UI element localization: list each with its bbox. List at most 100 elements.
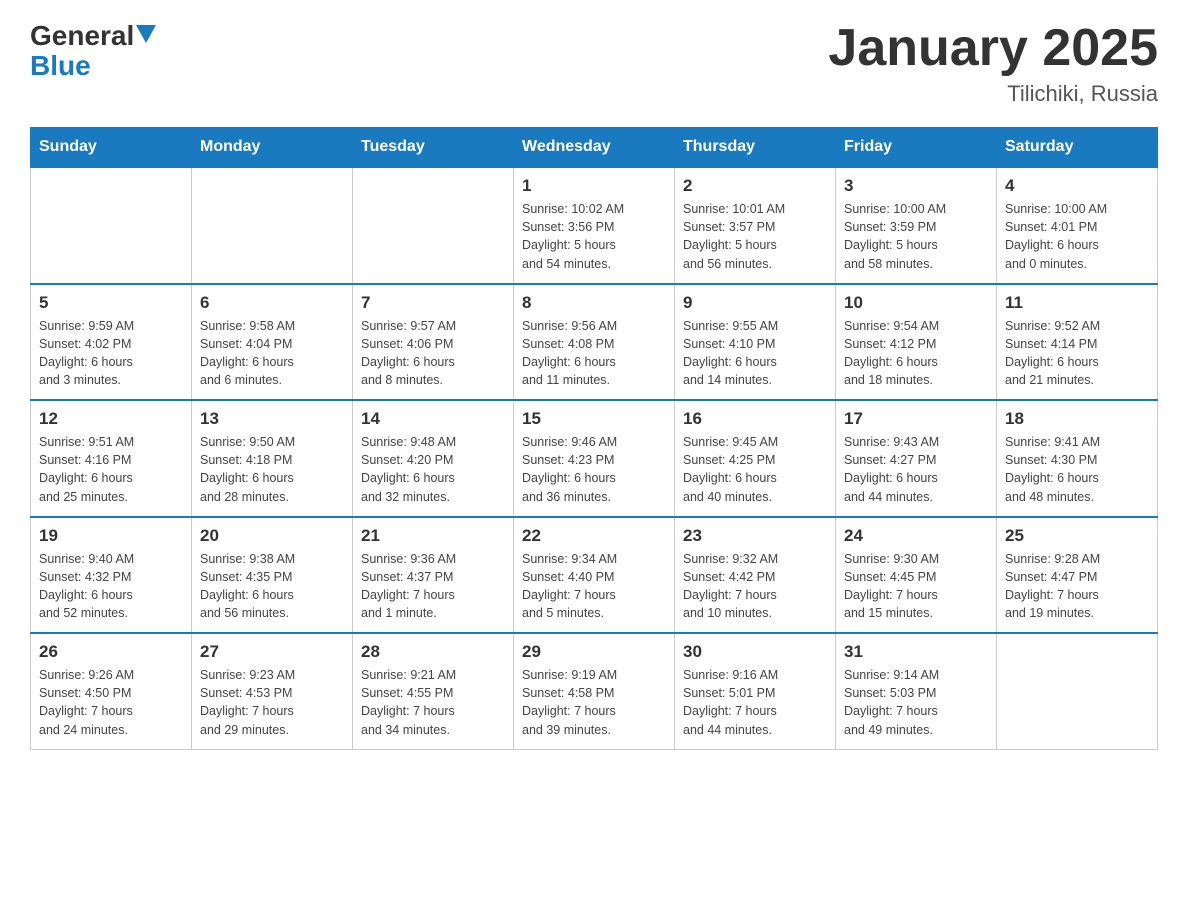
calendar-cell: 15Sunrise: 9:46 AM Sunset: 4:23 PM Dayli… [514,400,675,517]
calendar-cell: 8 Sunrise: 9:56 AM Sunset: 4:08 PM Daylig… [514,284,675,401]
day-number: 24 [844,526,988,546]
calendar-cell: 25Sunrise: 9:28 AM Sunset: 4:47 PM Dayli… [997,517,1158,634]
day-info: Sunrise: 10:01 AM Sunset: 3:57 PM Daylig… [683,200,827,273]
calendar-cell: 2 Sunrise: 10:01 AM Sunset: 3:57 PM Dayli… [675,167,836,284]
day-info: Sunrise: 9:57 AM Sunset: 4:06 PM Dayligh… [361,317,505,390]
day-info: Sunrise: 9:45 AM Sunset: 4:25 PM Dayligh… [683,433,827,506]
calendar-cell: 17Sunrise: 9:43 AM Sunset: 4:27 PM Dayli… [836,400,997,517]
calendar-cell: 7 Sunrise: 9:57 AM Sunset: 4:06 PM Daylig… [353,284,514,401]
day-number: 6 [200,293,344,313]
day-number: 9 [683,293,827,313]
title-block: January 2025 Tilichiki, Russia [828,20,1158,107]
day-info: Sunrise: 9:56 AM Sunset: 4:08 PM Dayligh… [522,317,666,390]
calendar-cell: 21Sunrise: 9:36 AM Sunset: 4:37 PM Dayli… [353,517,514,634]
day-number: 5 [39,293,183,313]
week-row-1: 1 Sunrise: 10:02 AM Sunset: 3:56 PM Dayli… [31,167,1158,284]
calendar-cell: 22Sunrise: 9:34 AM Sunset: 4:40 PM Dayli… [514,517,675,634]
week-row-3: 12 Sunrise: 9:51 AM Sunset: 4:16 PM Dayli… [31,400,1158,517]
day-info: Sunrise: 9:30 AM Sunset: 4:45 PM Dayligh… [844,550,988,623]
day-info: Sunrise: 9:48 AM Sunset: 4:20 PM Dayligh… [361,433,505,506]
day-number: 7 [361,293,505,313]
week-row-2: 5 Sunrise: 9:59 AM Sunset: 4:02 PM Daylig… [31,284,1158,401]
day-number: 11 [1005,293,1149,313]
day-info: Sunrise: 9:58 AM Sunset: 4:04 PM Dayligh… [200,317,344,390]
day-number: 31 [844,642,988,662]
calendar-cell: 4Sunrise: 10:00 AM Sunset: 4:01 PM Dayli… [997,167,1158,284]
calendar-cell: 11 Sunrise: 9:52 AM Sunset: 4:14 PM Dayli… [997,284,1158,401]
logo-text-general: General [30,20,134,52]
day-number: 28 [361,642,505,662]
day-number: 13 [200,409,344,429]
week-row-4: 19 Sunrise: 9:40 AM Sunset: 4:32 PM Dayli… [31,517,1158,634]
calendar-cell [997,633,1158,749]
calendar-cell: 16Sunrise: 9:45 AM Sunset: 4:25 PM Dayli… [675,400,836,517]
day-number: 30 [683,642,827,662]
day-info: Sunrise: 9:46 AM Sunset: 4:23 PM Dayligh… [522,433,666,506]
day-number: 2 [683,176,827,196]
day-number: 18 [1005,409,1149,429]
col-wednesday: Wednesday [514,128,675,168]
calendar-cell: 24 Sunrise: 9:30 AM Sunset: 4:45 PM Dayli… [836,517,997,634]
day-number: 22 [522,526,666,546]
logo-triangle-icon [136,25,156,43]
day-info: Sunrise: 9:16 AM Sunset: 5:01 PM Dayligh… [683,666,827,739]
calendar-cell: 30 Sunrise: 9:16 AM Sunset: 5:01 PM Dayli… [675,633,836,749]
day-info: Sunrise: 9:32 AM Sunset: 4:42 PM Dayligh… [683,550,827,623]
day-info: Sunrise: 9:14 AM Sunset: 5:03 PM Dayligh… [844,666,988,739]
day-info: Sunrise: 10:02 AM Sunset: 3:56 PM Daylig… [522,200,666,273]
day-number: 27 [200,642,344,662]
calendar-cell: 13 Sunrise: 9:50 AM Sunset: 4:18 PM Dayli… [192,400,353,517]
day-info: Sunrise: 9:55 AM Sunset: 4:10 PM Dayligh… [683,317,827,390]
day-number: 29 [522,642,666,662]
col-saturday: Saturday [997,128,1158,168]
day-number: 10 [844,293,988,313]
logo-text-blue: Blue [30,50,156,82]
day-number: 1 [522,176,666,196]
day-number: 8 [522,293,666,313]
day-info: Sunrise: 9:26 AM Sunset: 4:50 PM Dayligh… [39,666,183,739]
day-info: Sunrise: 9:40 AM Sunset: 4:32 PM Dayligh… [39,550,183,623]
logo: General Blue [30,20,156,82]
calendar-cell: 20 Sunrise: 9:38 AM Sunset: 4:35 PM Dayli… [192,517,353,634]
calendar-cell: 27 Sunrise: 9:23 AM Sunset: 4:53 PM Dayli… [192,633,353,749]
calendar-subtitle: Tilichiki, Russia [828,81,1158,107]
day-info: Sunrise: 9:41 AM Sunset: 4:30 PM Dayligh… [1005,433,1149,506]
day-number: 12 [39,409,183,429]
col-sunday: Sunday [31,128,192,168]
day-info: Sunrise: 9:59 AM Sunset: 4:02 PM Dayligh… [39,317,183,390]
calendar-cell [192,167,353,284]
day-info: Sunrise: 9:36 AM Sunset: 4:37 PM Dayligh… [361,550,505,623]
calendar-cell [353,167,514,284]
calendar-header-row: Sunday Monday Tuesday Wednesday Thursday… [31,128,1158,168]
day-info: Sunrise: 9:23 AM Sunset: 4:53 PM Dayligh… [200,666,344,739]
calendar-cell: 23 Sunrise: 9:32 AM Sunset: 4:42 PM Dayli… [675,517,836,634]
day-number: 25 [1005,526,1149,546]
week-row-5: 26 Sunrise: 9:26 AM Sunset: 4:50 PM Dayli… [31,633,1158,749]
calendar-cell: 1 Sunrise: 10:02 AM Sunset: 3:56 PM Dayli… [514,167,675,284]
col-thursday: Thursday [675,128,836,168]
col-monday: Monday [192,128,353,168]
day-number: 23 [683,526,827,546]
day-info: Sunrise: 9:54 AM Sunset: 4:12 PM Dayligh… [844,317,988,390]
page-header: General Blue January 2025 Tilichiki, Rus… [30,20,1158,107]
day-info: Sunrise: 9:21 AM Sunset: 4:55 PM Dayligh… [361,666,505,739]
calendar-cell: 19 Sunrise: 9:40 AM Sunset: 4:32 PM Dayli… [31,517,192,634]
calendar-cell: 28 Sunrise: 9:21 AM Sunset: 4:55 PM Dayli… [353,633,514,749]
calendar-cell: 29Sunrise: 9:19 AM Sunset: 4:58 PM Dayli… [514,633,675,749]
calendar-cell: 14Sunrise: 9:48 AM Sunset: 4:20 PM Dayli… [353,400,514,517]
calendar-cell: 10 Sunrise: 9:54 AM Sunset: 4:12 PM Dayli… [836,284,997,401]
calendar-cell: 12 Sunrise: 9:51 AM Sunset: 4:16 PM Dayli… [31,400,192,517]
day-number: 17 [844,409,988,429]
calendar-table: Sunday Monday Tuesday Wednesday Thursday… [30,127,1158,750]
day-number: 3 [844,176,988,196]
day-number: 20 [200,526,344,546]
day-info: Sunrise: 10:00 AM Sunset: 3:59 PM Daylig… [844,200,988,273]
day-number: 4 [1005,176,1149,196]
day-info: Sunrise: 9:50 AM Sunset: 4:18 PM Dayligh… [200,433,344,506]
day-info: Sunrise: 9:52 AM Sunset: 4:14 PM Dayligh… [1005,317,1149,390]
day-number: 26 [39,642,183,662]
day-info: Sunrise: 9:38 AM Sunset: 4:35 PM Dayligh… [200,550,344,623]
calendar-cell: 18 Sunrise: 9:41 AM Sunset: 4:30 PM Dayli… [997,400,1158,517]
day-number: 19 [39,526,183,546]
day-info: Sunrise: 9:51 AM Sunset: 4:16 PM Dayligh… [39,433,183,506]
